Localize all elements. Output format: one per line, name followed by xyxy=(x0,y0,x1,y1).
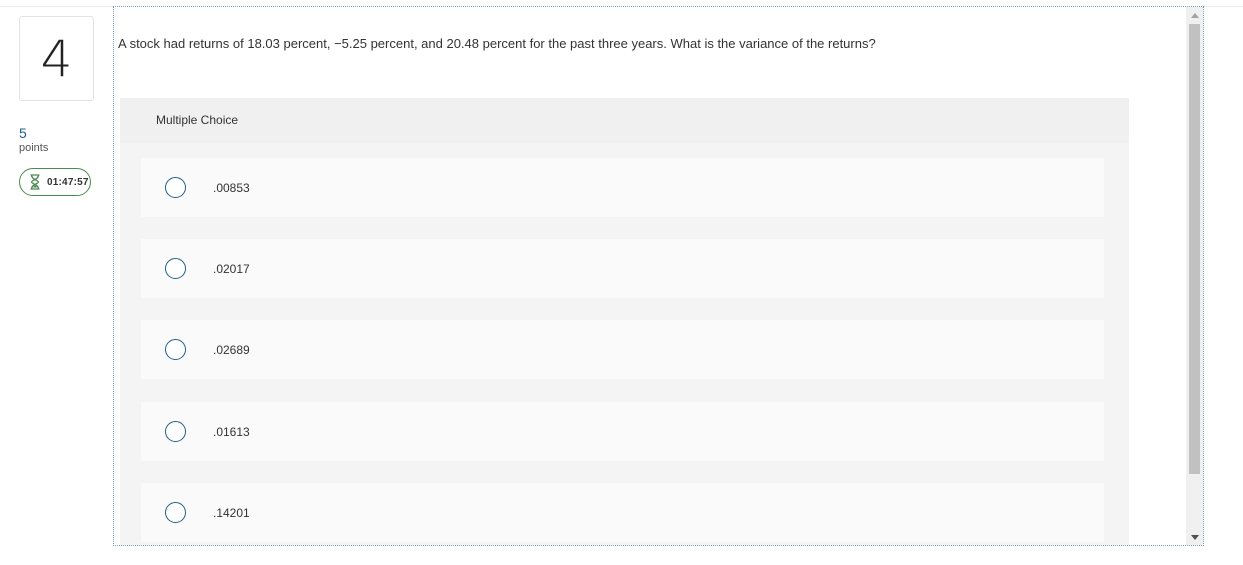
multiple-choice-header: Multiple Choice xyxy=(120,98,1129,143)
timer-badge: 01:47:57 xyxy=(19,168,91,196)
question-frame: A stock had returns of 18.03 percent, −5… xyxy=(113,6,1204,546)
scroll-down-button[interactable] xyxy=(1186,529,1203,545)
timer-text: 01:47:57 xyxy=(47,176,89,188)
multiple-choice-label: Multiple Choice xyxy=(156,113,239,127)
option-label: .02017 xyxy=(213,261,250,276)
points-label: points xyxy=(19,142,49,154)
points-value: 5 xyxy=(19,125,27,141)
option-label: .01613 xyxy=(213,424,250,439)
radio-button[interactable] xyxy=(165,502,186,523)
scroll-thumb[interactable] xyxy=(1189,24,1200,474)
answer-option[interactable]: .01613 xyxy=(141,402,1104,461)
radio-button[interactable] xyxy=(165,421,186,442)
answer-option[interactable]: .00853 xyxy=(141,158,1104,217)
option-label: .14201 xyxy=(213,505,250,520)
option-label: .02689 xyxy=(213,342,250,357)
scroll-up-arrow-icon xyxy=(1190,12,1199,18)
question-text: A stock had returns of 18.03 percent, −5… xyxy=(118,36,876,51)
answer-option[interactable]: .14201 xyxy=(141,483,1104,542)
vertical-scrollbar[interactable] xyxy=(1186,7,1203,545)
radio-button[interactable] xyxy=(165,177,186,198)
answer-option[interactable]: .02689 xyxy=(141,320,1104,379)
question-number: 4 xyxy=(19,16,94,101)
scroll-up-button[interactable] xyxy=(1186,7,1203,23)
hourglass-icon xyxy=(30,174,40,190)
radio-button[interactable] xyxy=(165,258,186,279)
option-label: .00853 xyxy=(213,180,250,195)
radio-button[interactable] xyxy=(165,339,186,360)
scroll-down-arrow-icon xyxy=(1190,534,1199,540)
multiple-choice-panel: Multiple Choice .00853 .02017 .02689 .01… xyxy=(120,98,1129,545)
answer-option[interactable]: .02017 xyxy=(141,239,1104,298)
